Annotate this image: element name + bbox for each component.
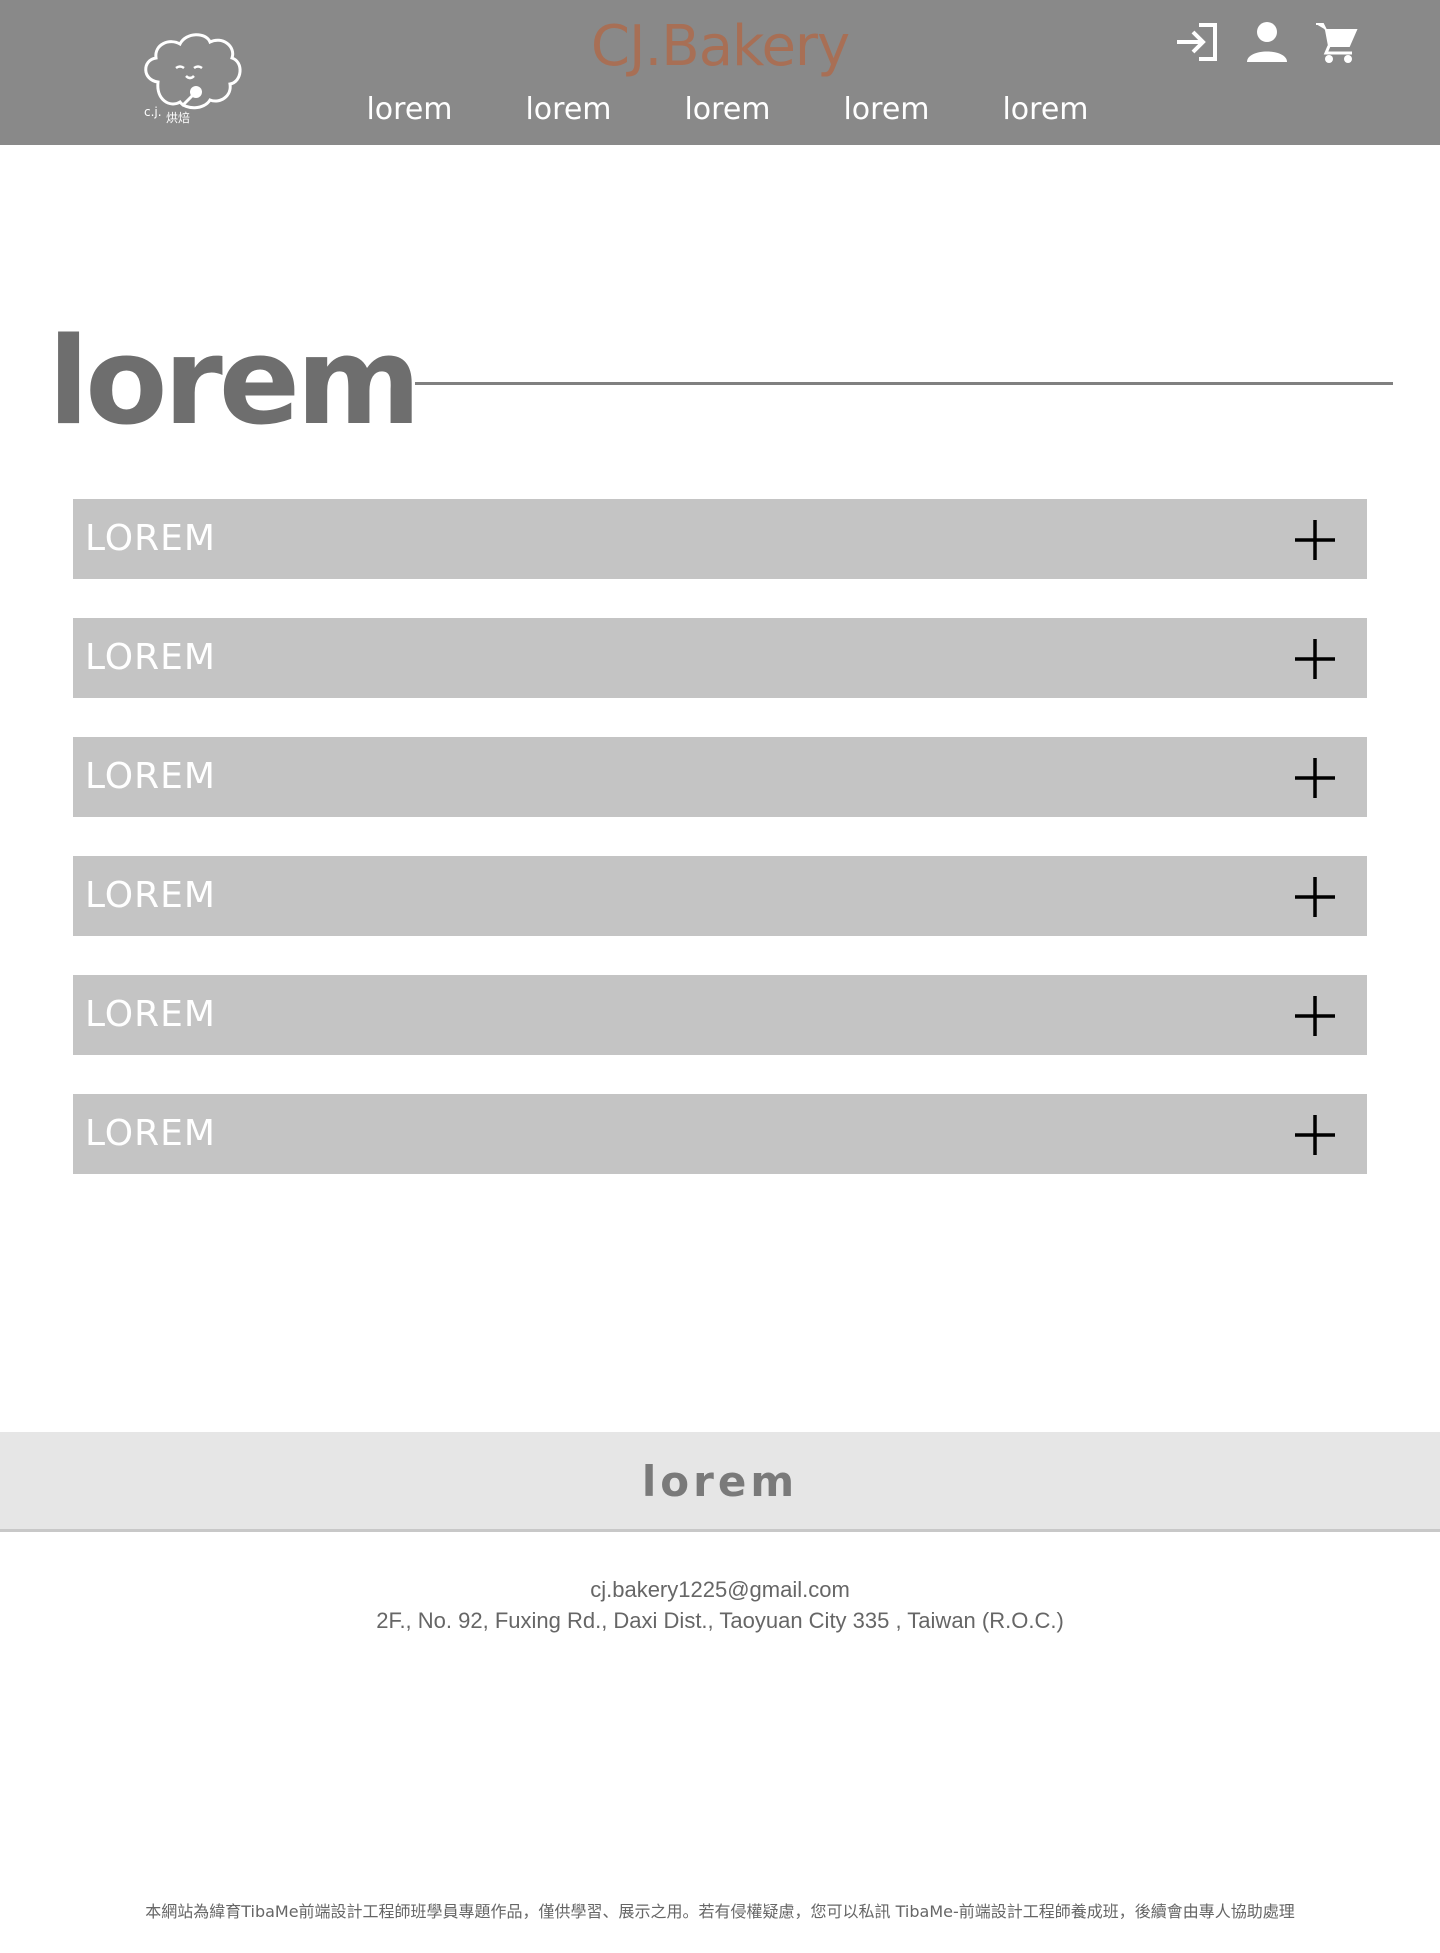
svg-text:烘焙: 烘焙 xyxy=(166,110,190,125)
accordion-label: LOREM xyxy=(85,1113,216,1154)
footer-address: 2F., No. 92, Fuxing Rd., Daxi Dist., Tao… xyxy=(376,1608,1064,1633)
header-actions xyxy=(1170,14,1377,70)
title-divider xyxy=(415,382,1393,385)
accordion-item-5[interactable]: LOREM xyxy=(73,975,1367,1055)
plus-icon[interactable] xyxy=(1293,875,1337,919)
nav-item-5[interactable]: lorem xyxy=(966,86,1125,134)
accordion-label: LOREM xyxy=(85,637,216,678)
nav-item-1[interactable]: lorem xyxy=(330,86,489,134)
accordion-label: LOREM xyxy=(85,756,216,797)
footer-email[interactable]: cj.bakery1225@gmail.com xyxy=(0,1574,1440,1605)
accordion-item-4[interactable]: LOREM xyxy=(73,856,1367,936)
footer-disclaimer: 本網站為緯育TibaMe前端設計工程師班學員專題作品，僅供學習、展示之用。若有侵… xyxy=(145,1902,1295,1921)
plus-icon[interactable] xyxy=(1293,994,1337,1038)
accordion-label: LOREM xyxy=(85,518,216,559)
nav-item-3[interactable]: lorem xyxy=(648,86,807,134)
accordion-item-2[interactable]: LOREM xyxy=(73,618,1367,698)
brand-logo[interactable]: CJ.Bakery xyxy=(580,12,860,82)
plus-icon[interactable] xyxy=(1293,518,1337,562)
plus-icon[interactable] xyxy=(1293,1113,1337,1157)
svg-text:c.j.: c.j. xyxy=(144,105,162,119)
login-icon[interactable] xyxy=(1170,14,1226,70)
plus-icon[interactable] xyxy=(1293,756,1337,800)
nav-item-2[interactable]: lorem xyxy=(489,86,648,134)
footer-band: lorem xyxy=(0,1432,1440,1532)
main-nav: lorem lorem lorem lorem lorem xyxy=(330,86,1125,134)
user-icon[interactable] xyxy=(1239,14,1295,70)
bakery-cloud-mascot-icon[interactable]: c.j. 烘焙 xyxy=(136,30,248,126)
accordion: LOREM LOREM LOREM LOREM LOREM LOREM xyxy=(73,499,1367,1213)
accordion-label: LOREM xyxy=(85,994,216,1035)
accordion-item-3[interactable]: LOREM xyxy=(73,737,1367,817)
nav-item-4[interactable]: lorem xyxy=(807,86,966,134)
plus-icon[interactable] xyxy=(1293,637,1337,681)
accordion-item-6[interactable]: LOREM xyxy=(73,1094,1367,1174)
footer-title: lorem xyxy=(641,1457,799,1506)
footer-contact: cj.bakery1225@gmail.com 2F., No. 92, Fux… xyxy=(0,1574,1440,1636)
cart-icon[interactable] xyxy=(1308,14,1364,70)
accordion-item-1[interactable]: LOREM xyxy=(73,499,1367,579)
page-title: lorem xyxy=(48,313,421,452)
accordion-label: LOREM xyxy=(85,875,216,916)
site-header: c.j. 烘焙 CJ.Bakery lorem lorem lorem lore… xyxy=(0,0,1440,145)
